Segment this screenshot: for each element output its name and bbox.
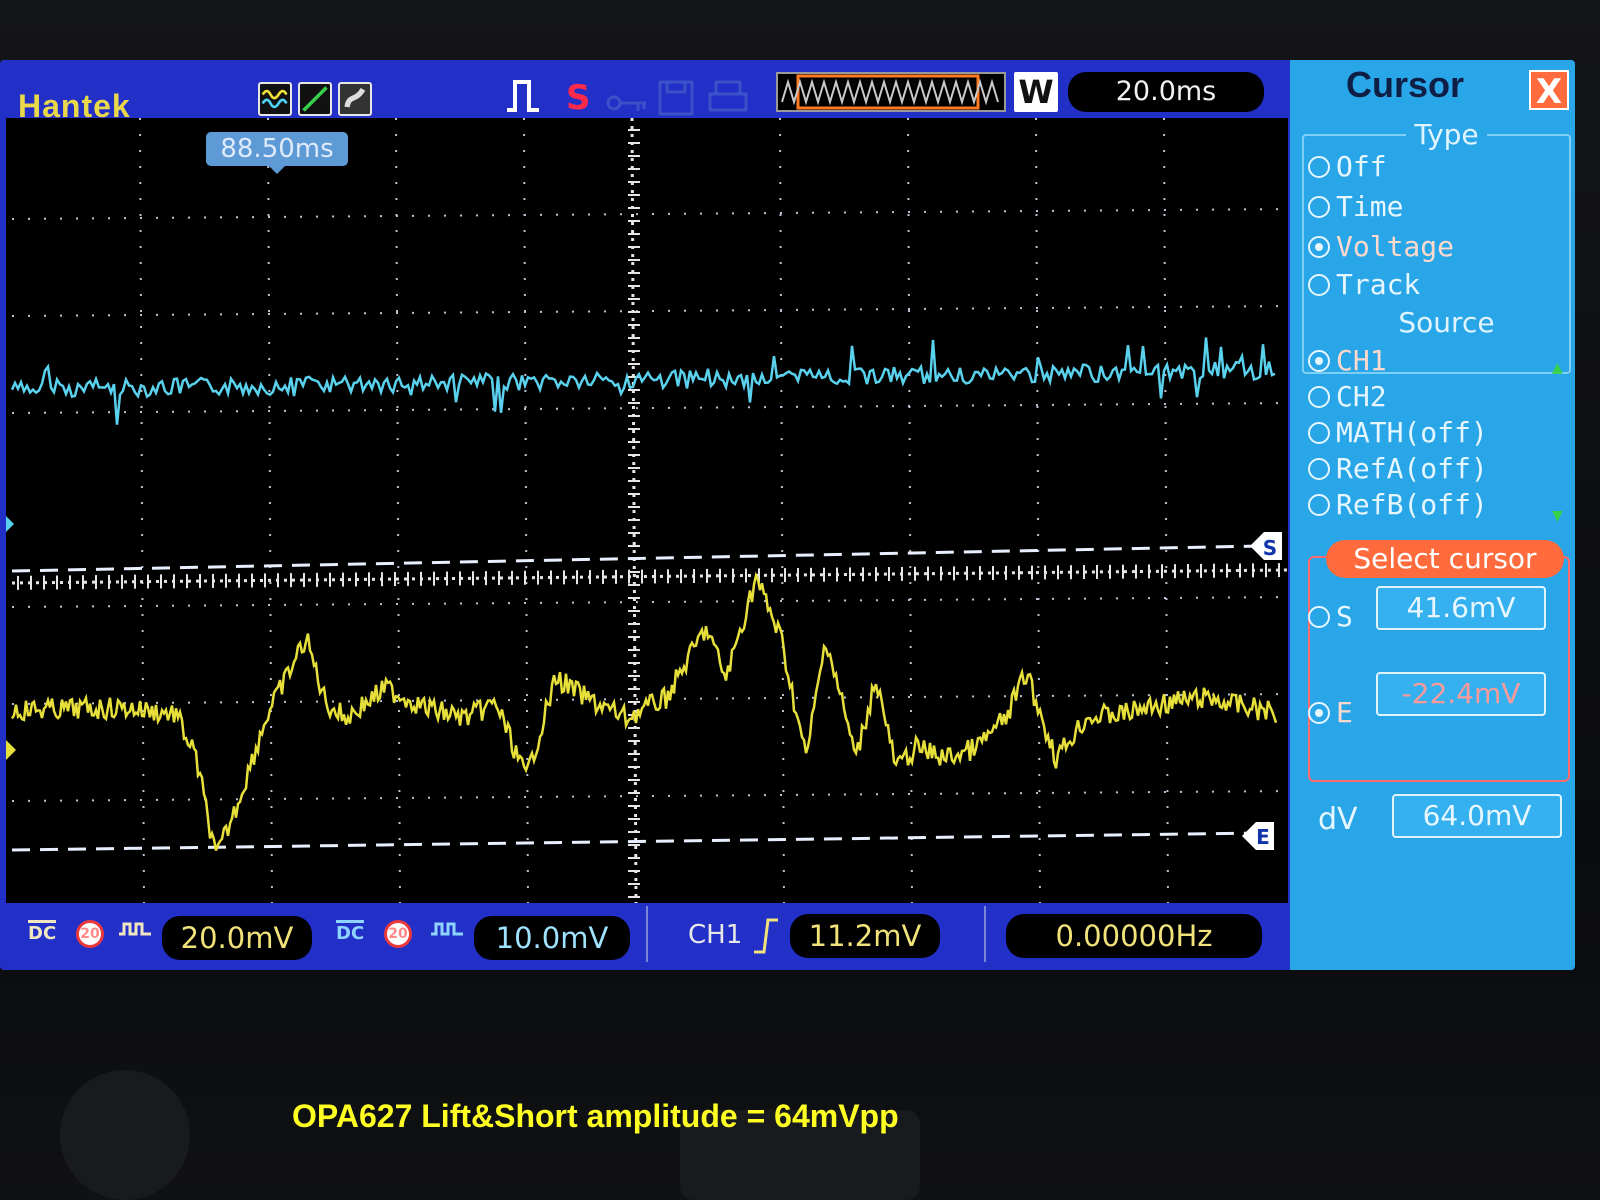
line-mode-icon[interactable] <box>298 82 332 116</box>
oscilloscope-screen: Hantek S W 20.0ms S E 88.50ms DC 20 20.0… <box>0 60 1575 970</box>
status-divider <box>646 906 648 962</box>
type-option-track[interactable]: Track <box>1308 268 1420 301</box>
source-option-ch2[interactable]: CH2 <box>1308 380 1387 413</box>
cursor-e-value[interactable]: -22.4mV <box>1376 672 1546 716</box>
cursor-option-s[interactable]: S <box>1308 600 1353 633</box>
center-vertical-axis <box>630 118 638 903</box>
trigger-time-marker[interactable]: 88.50ms <box>206 132 348 174</box>
status-divider <box>984 906 986 962</box>
source-section-title: Source <box>1390 306 1503 339</box>
cursor-e-tag[interactable]: E <box>1242 822 1274 850</box>
waveform-window-overview[interactable] <box>776 72 1006 112</box>
cursor-s-line[interactable] <box>11 544 1262 573</box>
select-cursor-label: Select cursor <box>1326 540 1564 578</box>
ch2-waveform <box>10 337 1276 425</box>
cursor-s-value[interactable]: 41.6mV <box>1376 586 1546 630</box>
radio-icon <box>1308 606 1330 628</box>
ch2-level-marker[interactable] <box>6 516 14 532</box>
radio-icon <box>1308 386 1330 408</box>
ch2-scale[interactable]: 10.0mV <box>474 916 630 960</box>
display-mode-icon[interactable] <box>338 82 372 116</box>
graticule: S E <box>6 118 1288 903</box>
source-option-math[interactable]: MATH(off) <box>1308 416 1488 449</box>
ch1-scale[interactable]: 20.0mV <box>162 916 312 960</box>
photo-caption: OPA627 Lift&Short amplitude = 64mVpp <box>292 1098 899 1134</box>
power-knob <box>60 1070 190 1200</box>
type-option-voltage[interactable]: Voltage <box>1308 230 1454 263</box>
frequency-readout: 0.00000Hz <box>1006 914 1262 958</box>
radio-icon <box>1308 196 1330 218</box>
dv-value: 64.0mV <box>1392 794 1562 838</box>
ch2-coupling[interactable]: DC <box>336 920 365 945</box>
rising-edge-icon <box>752 916 780 960</box>
cursor-s-tag[interactable]: S <box>1250 532 1282 560</box>
source-option-ch1[interactable]: CH1 <box>1308 344 1387 377</box>
radio-icon <box>1308 494 1330 516</box>
waveform-display[interactable]: S E <box>6 118 1288 903</box>
timebase-display[interactable]: 20.0ms <box>1068 72 1264 112</box>
status-bar: DC 20 20.0mV DC 20 10.0mV CH1 11.2mV 0.0… <box>0 906 1290 966</box>
source-option-refb[interactable]: RefB(off) <box>1308 488 1488 521</box>
window-button[interactable]: W <box>1014 72 1058 112</box>
trigger-level[interactable]: 11.2mV <box>790 914 940 958</box>
radio-selected-icon <box>1308 236 1330 258</box>
trigger-pulse-icon[interactable] <box>505 78 541 123</box>
wave-mode-icon[interactable] <box>258 82 292 116</box>
ch1-bandwidth-limit-badge[interactable]: 20 <box>76 920 104 948</box>
source-option-refa[interactable]: RefA(off) <box>1308 452 1488 485</box>
svg-text:E: E <box>1256 825 1270 849</box>
close-button[interactable]: X <box>1529 70 1569 112</box>
ch2-bandwidth-limit-badge[interactable]: 20 <box>384 920 412 948</box>
radio-icon <box>1308 156 1330 178</box>
type-option-off[interactable]: Off <box>1308 150 1387 183</box>
cursor-option-e[interactable]: E <box>1308 696 1353 729</box>
scroll-down-icon[interactable]: ▼ <box>1552 508 1563 524</box>
stop-icon[interactable]: S <box>566 78 591 118</box>
trigger-source[interactable]: CH1 <box>688 920 742 950</box>
ch1-waveform <box>10 571 1278 851</box>
ch1-wave-icon <box>118 920 152 944</box>
radio-icon <box>1308 274 1330 296</box>
top-toolbar: Hantek S W 20.0ms <box>0 60 1290 124</box>
cursor-panel: Cursor X Type Off Time Voltage Track Sou… <box>1290 60 1575 970</box>
type-option-time[interactable]: Time <box>1308 190 1403 223</box>
dv-label: dV <box>1318 802 1358 837</box>
ch1-coupling[interactable]: DC <box>28 920 57 945</box>
scroll-up-icon[interactable]: ▲ <box>1552 360 1563 376</box>
ch1-level-marker[interactable] <box>6 740 16 760</box>
radio-selected-icon <box>1308 702 1330 724</box>
panel-title: Cursor <box>1346 64 1465 105</box>
ch2-wave-icon <box>430 920 464 944</box>
radio-icon <box>1308 422 1330 444</box>
radio-icon <box>1308 458 1330 480</box>
svg-text:S: S <box>1263 536 1277 560</box>
radio-selected-icon <box>1308 350 1330 372</box>
type-section-title: Type <box>1406 118 1487 151</box>
